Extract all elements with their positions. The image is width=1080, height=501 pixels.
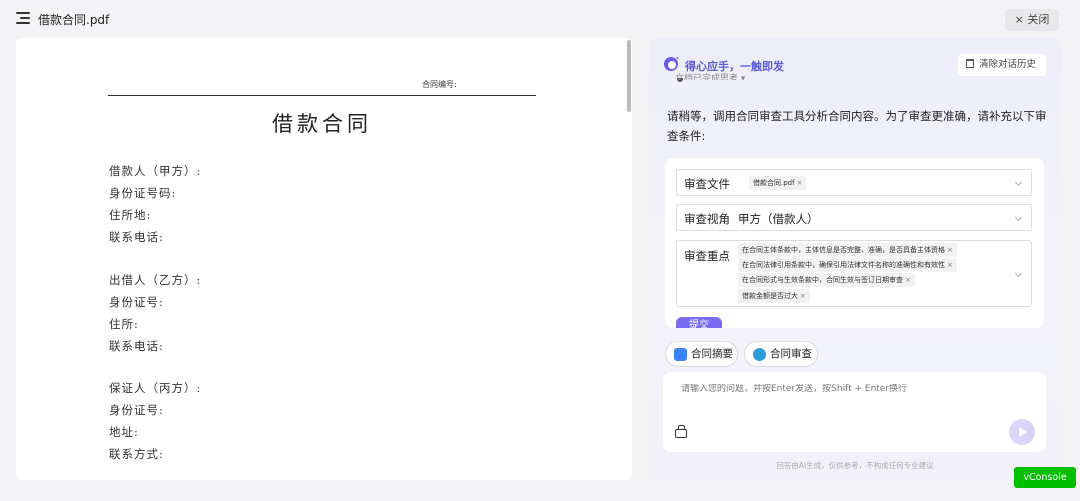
- review-focus-tag-label: 在合同法律引用条款中，确保引用法律文件名称的准确性和有效性: [742, 261, 945, 269]
- contract-review-label: 合同审查: [770, 348, 812, 360]
- review-icon: [753, 348, 766, 361]
- review-conditions-form: 审查文件 借款合同.pdf × 审查视角 甲方（借款人） 审查重点 在合同主体条款…: [665, 158, 1044, 328]
- doc-line: 出借人（乙方）:: [109, 273, 202, 287]
- document-title: 借款合同: [272, 112, 372, 136]
- chat-input-box: [663, 372, 1046, 452]
- divider: [108, 95, 536, 96]
- doc-line: 住所地:: [109, 208, 152, 222]
- review-focus-tag: 在合同法律引用条款中，确保引用法律文件名称的准确性和有效性 ×: [738, 258, 957, 272]
- review-focus-tag: 在合同形式与生效条款中，合同生效与签订日期审查 ×: [738, 273, 915, 287]
- assistant-logo-icon: [664, 57, 679, 71]
- chevron-down-icon: [1014, 178, 1023, 187]
- close-button[interactable]: × 关闭: [1005, 9, 1059, 31]
- review-file-select[interactable]: 审查文件 借款合同.pdf ×: [676, 169, 1032, 196]
- tag-remove-icon[interactable]: ×: [797, 179, 803, 187]
- review-perspective-select[interactable]: 审查视角 甲方（借款人）: [676, 204, 1032, 231]
- chevron-down-icon: [1014, 213, 1023, 222]
- submit-button[interactable]: 提交: [676, 317, 722, 328]
- doc-line: 联系电话:: [109, 339, 164, 353]
- clear-history-button[interactable]: 清除对话历史: [958, 54, 1046, 76]
- assistant-message: 请稍等，调用合同审查工具分析合同内容。为了审查更准确，请补充以下审查条件:: [667, 109, 1047, 143]
- clear-history-label: 清除对话历史: [979, 59, 1037, 70]
- doc-line: 地址:: [109, 425, 139, 439]
- review-focus-tag: 借款金额是否过大 ×: [738, 289, 810, 303]
- tag-remove-icon[interactable]: ×: [800, 292, 806, 300]
- vconsole-button[interactable]: vConsole: [1014, 467, 1076, 488]
- toolbox-icon[interactable]: [675, 425, 687, 438]
- contract-review-button[interactable]: 合同审查: [744, 341, 818, 367]
- doc-line: 身份证号:: [109, 295, 164, 309]
- review-file-tag: 借款合同.pdf ×: [749, 176, 807, 190]
- chevron-down-icon: [1014, 269, 1023, 278]
- review-focus-tag-label: 在合同形式与生效条款中，合同生效与签订日期审查: [742, 276, 903, 284]
- doc-line: 身份证号码:: [109, 186, 177, 200]
- ai-assistant-panel: 得心应手，一触即发 清除对话历史 文档已完成思考 ▾ 请稍等，调用合同审查工具分…: [649, 38, 1061, 480]
- summary-icon: [674, 348, 687, 361]
- review-perspective-label: 审查视角: [684, 212, 730, 226]
- review-focus-tag-label: 借款金额是否过大: [742, 292, 798, 300]
- doc-line: 身份证号:: [109, 403, 164, 417]
- review-perspective-value: 甲方（借款人）: [738, 212, 819, 226]
- menu-icon[interactable]: [16, 12, 30, 24]
- pdf-scrollbar[interactable]: [627, 40, 631, 112]
- review-focus-tag: 在合同主体条款中，主体信息是否完整、准确，是否具备主体资格 ×: [738, 243, 957, 257]
- chat-input[interactable]: [681, 384, 1021, 394]
- review-focus-select[interactable]: 审查重点 在合同主体条款中，主体信息是否完整、准确，是否具备主体资格 × 在合同法…: [676, 240, 1032, 307]
- doc-line: 联系电话:: [109, 230, 164, 244]
- contract-number-label: 合同编号:: [422, 80, 457, 89]
- tag-remove-icon[interactable]: ×: [905, 276, 911, 284]
- review-file-label: 审查文件: [684, 177, 730, 191]
- tag-remove-icon[interactable]: ×: [947, 261, 953, 269]
- top-bar: 借款合同.pdf × 关闭: [0, 0, 1080, 38]
- contract-summary-label: 合同摘要: [691, 348, 733, 360]
- doc-line: 借款人（甲方）:: [109, 164, 202, 178]
- trash-icon: [966, 59, 974, 68]
- review-focus-tag-label: 在合同主体条款中，主体信息是否完整、准确，是否具备主体资格: [742, 246, 945, 254]
- send-button[interactable]: [1009, 419, 1035, 445]
- tag-remove-icon[interactable]: ×: [947, 246, 953, 254]
- doc-line: 联系方式:: [109, 447, 164, 461]
- contract-summary-button[interactable]: 合同摘要: [665, 341, 738, 367]
- thinking-status[interactable]: 文档已完成思考 ▾: [675, 72, 745, 80]
- review-file-tag-label: 借款合同.pdf: [753, 179, 795, 187]
- doc-line: 住所:: [109, 317, 139, 331]
- doc-line: 保证人（丙方）:: [109, 381, 202, 395]
- ai-disclaimer: 回答由AI生成，仅供参考，不构成任何专业建议: [776, 461, 934, 470]
- file-title: 借款合同.pdf: [38, 13, 110, 27]
- review-focus-label: 审查重点: [684, 249, 730, 263]
